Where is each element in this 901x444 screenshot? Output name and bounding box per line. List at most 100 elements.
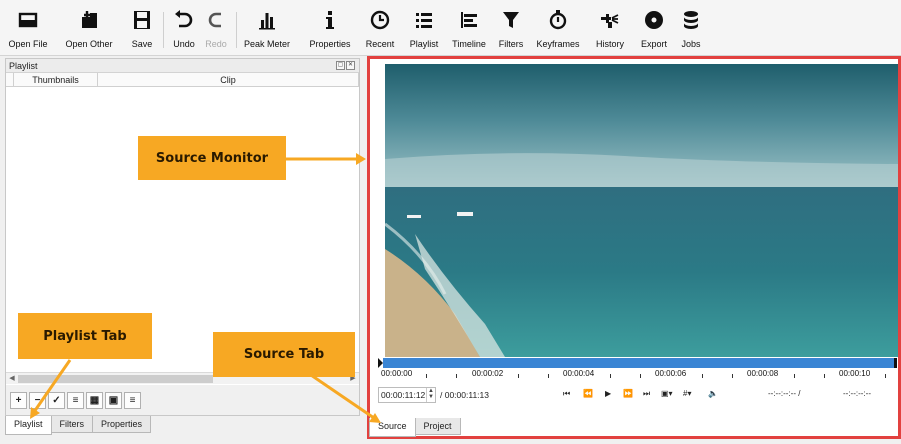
- jobs-button[interactable]: Jobs: [679, 8, 703, 54]
- remove-icon: −: [34, 394, 41, 406]
- skip-to-start-icon[interactable]: ⏮: [563, 389, 570, 399]
- add-button[interactable]: +: [10, 391, 27, 409]
- tick: [794, 374, 795, 378]
- timeline-icon: [461, 12, 477, 28]
- clip-column[interactable]: Clip: [98, 73, 359, 86]
- keyframes-button[interactable]: Keyframes: [536, 8, 580, 54]
- main-toolbar: Open File Open Other Save Undo Redo Peak…: [0, 0, 901, 56]
- folder-icon: [18, 12, 38, 28]
- scroll-left-icon[interactable]: ◀: [8, 375, 16, 383]
- thumbnails-column[interactable]: Thumbnails: [14, 73, 98, 86]
- tick: [548, 374, 549, 378]
- undo-label: Undo: [173, 39, 195, 49]
- timeline-bar[interactable]: [383, 358, 897, 368]
- tab-project[interactable]: Project: [414, 418, 461, 435]
- current-time-field[interactable]: 00:00:11:12 ▲ ▼: [378, 387, 436, 403]
- close-dock-icon[interactable]: ✕: [346, 61, 355, 70]
- right-tab-bar: Source Project: [369, 418, 461, 437]
- tab-filters[interactable]: Filters: [50, 416, 94, 433]
- playlist-menu-button[interactable]: ≡: [124, 391, 141, 409]
- stopwatch-icon: [549, 10, 567, 30]
- details-view-icon: ≡: [72, 394, 79, 406]
- source-tab-callout: Source Tab: [213, 332, 355, 377]
- check-icon: ✓: [52, 394, 61, 406]
- info-icon: [326, 11, 334, 29]
- icon-view-button[interactable]: ▣: [105, 391, 122, 409]
- open-file-button[interactable]: Open File: [8, 8, 48, 54]
- total-duration: / 00:00:11:13: [440, 390, 489, 400]
- tick-label: 00:00:06: [655, 369, 687, 378]
- left-tab-bar: Playlist Filters Properties: [5, 416, 152, 435]
- funnel-icon: [503, 12, 519, 28]
- tick-label: 00:00:04: [563, 369, 595, 378]
- history-button[interactable]: History: [593, 8, 627, 54]
- timeline-ruler[interactable]: 00:00:00 00:00:02 00:00:04 00:00:06 00:0…: [378, 358, 897, 380]
- volume-icon[interactable]: 🔈: [708, 389, 718, 398]
- jobs-icon: [684, 11, 698, 29]
- export-label: Export: [640, 39, 667, 49]
- toolbar-separator: [163, 12, 164, 48]
- undo-button[interactable]: Undo: [170, 8, 198, 54]
- tick-label: 00:00:10: [839, 369, 871, 378]
- tick: [426, 374, 427, 378]
- peak-meter-icon: [259, 13, 275, 30]
- tick-label: 00:00:02: [472, 369, 504, 378]
- tiles-view-button[interactable]: ▦: [86, 391, 103, 409]
- skip-to-end-icon[interactable]: ⏭: [643, 389, 650, 399]
- tick: [885, 374, 886, 378]
- playlist-title: Playlist: [9, 61, 38, 71]
- clock-icon: [370, 10, 390, 30]
- tab-source[interactable]: Source: [369, 418, 416, 437]
- rewind-icon[interactable]: ⏪: [583, 389, 593, 398]
- update-button[interactable]: ✓: [48, 391, 65, 409]
- scrollbar-thumb[interactable]: [18, 375, 213, 383]
- tab-properties[interactable]: Properties: [92, 416, 152, 433]
- details-view-button[interactable]: ≡: [67, 391, 84, 409]
- remove-button[interactable]: −: [29, 391, 46, 409]
- float-dock-icon[interactable]: ▢: [336, 61, 345, 70]
- recent-label: Recent: [365, 39, 395, 49]
- source-monitor-callout: Source Monitor: [138, 136, 286, 180]
- playlist-button[interactable]: Playlist: [407, 8, 441, 54]
- in-point: --:--:--:-- /: [768, 389, 801, 398]
- history-icon: [601, 14, 619, 28]
- row-number-column: [6, 73, 14, 86]
- tab-playlist[interactable]: Playlist: [5, 416, 52, 435]
- transport-bar: 00:00:11:12 ▲ ▼ / 00:00:11:13 ⏮ ⏪ ▶ ⏩ ⏭ ▣…: [378, 384, 897, 406]
- out-point: --:--:--:--: [843, 389, 871, 398]
- out-marker-icon[interactable]: [894, 358, 897, 368]
- zoom-icon[interactable]: ▣▾: [661, 389, 673, 398]
- filters-button[interactable]: Filters: [496, 8, 526, 54]
- tick: [732, 374, 733, 378]
- playlist-toolbar: + − ✓ ≡ ▦ ▣ ≡: [6, 385, 359, 415]
- play-icon[interactable]: ▶: [605, 389, 611, 398]
- tick: [610, 374, 611, 378]
- recent-button[interactable]: Recent: [365, 8, 395, 54]
- tick: [456, 374, 457, 378]
- playlist-label: Playlist: [409, 39, 439, 49]
- open-other-label: Open Other: [65, 39, 113, 49]
- redo-button[interactable]: Redo: [203, 8, 229, 54]
- filters-label: Filters: [498, 39, 524, 49]
- save-label: Save: [131, 39, 153, 49]
- export-button[interactable]: Export: [639, 8, 669, 54]
- peak-meter-button[interactable]: Peak Meter: [244, 8, 290, 54]
- save-button[interactable]: Save: [129, 8, 155, 54]
- timeline-button[interactable]: Timeline: [450, 8, 488, 54]
- in-marker-icon[interactable]: [378, 358, 383, 368]
- jobs-label: Jobs: [681, 39, 701, 49]
- properties-button[interactable]: Properties: [308, 8, 352, 54]
- playlist-column-header: Thumbnails Clip: [6, 73, 359, 87]
- peak-meter-label: Peak Meter: [243, 39, 291, 49]
- spin-arrows-icon[interactable]: ▲ ▼: [426, 388, 435, 402]
- open-file-label: Open File: [8, 39, 48, 49]
- open-other-button[interactable]: Open Other: [65, 8, 113, 54]
- open-other-icon: [82, 11, 97, 28]
- timeline-label: Timeline: [452, 39, 486, 49]
- export-icon: [645, 11, 663, 29]
- tick: [640, 374, 641, 378]
- video-preview[interactable]: [385, 64, 898, 357]
- fast-forward-icon[interactable]: ⏩: [623, 389, 633, 398]
- grid-icon[interactable]: #▾: [683, 389, 691, 398]
- undo-icon: [175, 10, 193, 28]
